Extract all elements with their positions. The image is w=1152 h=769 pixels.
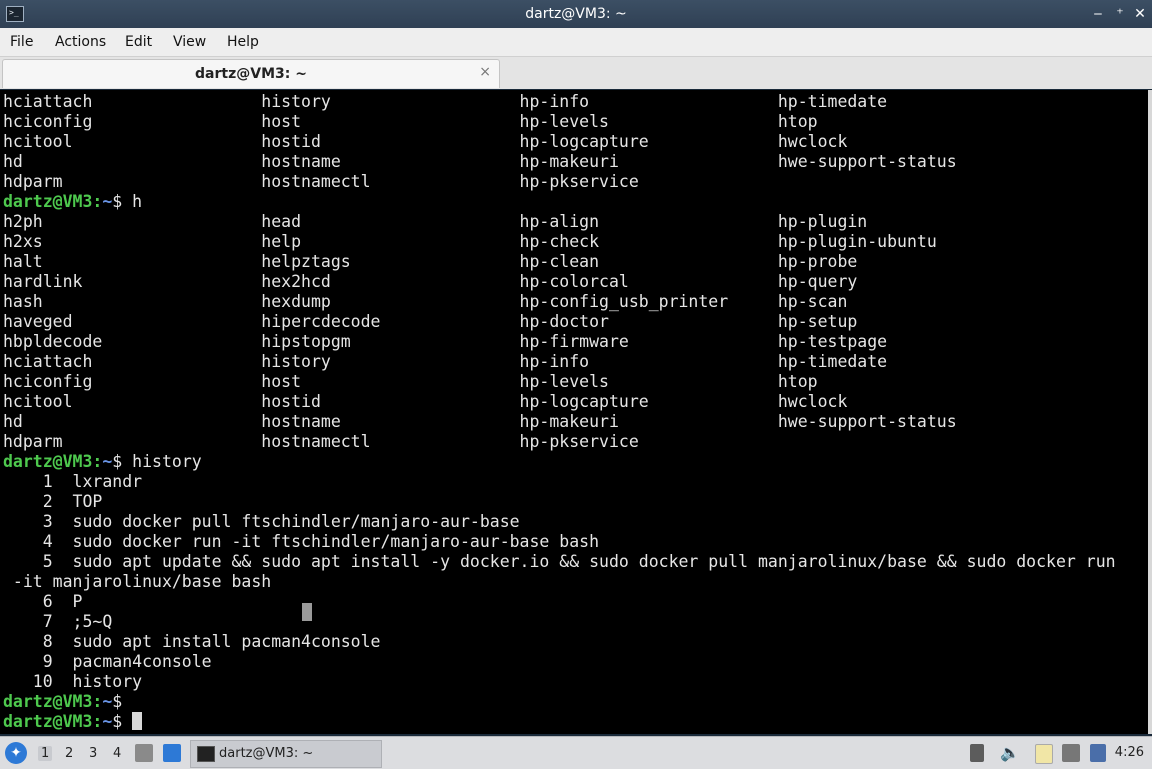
screen-icon[interactable] <box>970 744 984 762</box>
menu-help[interactable]: Help <box>227 34 259 50</box>
tab-bar: dartz@VM3: ~ × <box>0 57 1152 89</box>
prompt-command: $ h <box>112 192 143 211</box>
prompt-command: $ <box>112 692 133 711</box>
output-line: hdparm hostnamectl hp-pkservice <box>3 172 639 191</box>
clipboard-icon[interactable] <box>1035 744 1053 764</box>
output-line: 4 sudo docker run -it ftschindler/manjar… <box>3 532 600 551</box>
prompt-command: $ history <box>112 452 202 471</box>
prompt-line: dartz@VM3:~$ <box>3 692 1116 712</box>
scrollbar[interactable] <box>1148 90 1152 734</box>
output-line: 9 pacman4console <box>3 652 212 671</box>
output-line: hcitool hostid hp-logcapture hwclock <box>3 392 848 411</box>
prompt-sep: : <box>92 192 103 211</box>
terminal-cursor <box>132 712 143 730</box>
output-line: hciconfig host hp-levels htop <box>3 112 818 131</box>
output-line: hd hostname hp-makeuri hwe-support-statu… <box>3 152 957 171</box>
output-line: hcitool hostid hp-logcapture hwclock <box>3 132 848 151</box>
workspace-4[interactable]: 4 <box>113 746 121 761</box>
output-line: hbpldecode hipstopgm hp-firmware hp-test… <box>3 332 888 351</box>
prompt-path: ~ <box>102 712 113 731</box>
prompt-line: dartz@VM3:~$ <box>3 712 1116 732</box>
terminal-icon <box>197 746 215 762</box>
output-line: h2ph head hp-align hp-plugin <box>3 212 868 231</box>
tab-close-icon[interactable]: × <box>479 64 491 80</box>
minimize-button[interactable]: ‒ <box>1088 4 1108 24</box>
workspace-2[interactable]: 2 <box>65 746 73 761</box>
taskbar-terminal-label: dartz@VM3: ~ <box>219 746 314 761</box>
output-line: hciattach history hp-info hp-timedate <box>3 92 888 111</box>
volume-icon[interactable]: 🔈 <box>1000 743 1020 762</box>
workspace-1[interactable]: 1 <box>38 746 53 761</box>
network-icon[interactable] <box>1062 744 1080 762</box>
maximize-button[interactable]: ⁺ <box>1110 4 1130 24</box>
output-line: 3 sudo docker pull ftschindler/manjaro-a… <box>3 512 520 531</box>
menu-actions[interactable]: Actions <box>55 34 106 50</box>
output-line: hciattach history hp-info hp-timedate <box>3 352 888 371</box>
output-line: hardlink hex2hcd hp-colorcal hp-query <box>3 272 858 291</box>
output-line: h2xs help hp-check hp-plugin-ubuntu <box>3 232 937 251</box>
stray-cursor-block <box>302 603 312 621</box>
title-bar: >_ dartz@VM3: ~ ‒ ⁺ ✕ <box>0 0 1152 28</box>
terminal-text: hciattach history hp-info hp-timedate hci… <box>3 92 1116 732</box>
output-line: 6 P <box>3 592 83 611</box>
show-desktop-icon[interactable] <box>163 744 181 762</box>
tab-terminal[interactable]: dartz@VM3: ~ × <box>2 59 500 88</box>
output-line: -it manjarolinux/base bash <box>3 572 272 591</box>
prompt-user: dartz@VM3 <box>3 712 93 731</box>
prompt-sep: : <box>92 712 103 731</box>
output-line: 1 lxrandr <box>3 472 143 491</box>
clock: 4:26 <box>1114 745 1144 760</box>
output-line: 8 sudo apt install pacman4console <box>3 632 381 651</box>
taskbar: ✦ 1 2 3 4 dartz@VM3: ~ 🔈 4:26 <box>0 736 1152 769</box>
output-line: 7 ;5~Q <box>3 612 113 631</box>
start-menu-icon[interactable]: ✦ <box>5 742 27 764</box>
menu-file[interactable]: File <box>10 34 33 50</box>
update-icon[interactable] <box>1090 744 1106 762</box>
output-line: hciconfig host hp-levels htop <box>3 372 818 391</box>
output-line: 5 sudo apt update && sudo apt install -y… <box>3 552 1116 571</box>
prompt-line: dartz@VM3:~$ history <box>3 452 1116 472</box>
output-line: 2 TOP <box>3 492 103 511</box>
menu-edit[interactable]: Edit <box>125 34 152 50</box>
prompt-command: $ <box>112 712 133 731</box>
prompt-sep: : <box>92 452 103 471</box>
taskbar-terminal-button[interactable]: dartz@VM3: ~ <box>190 740 382 768</box>
output-line: hdparm hostnamectl hp-pkservice <box>3 432 639 451</box>
file-manager-icon[interactable] <box>135 744 153 762</box>
output-line: hash hexdump hp-config_usb_printer hp-sc… <box>3 292 848 311</box>
prompt-path: ~ <box>102 692 113 711</box>
output-line: halt helpztags hp-clean hp-probe <box>3 252 858 271</box>
prompt-user: dartz@VM3 <box>3 692 93 711</box>
workspace-3[interactable]: 3 <box>89 746 97 761</box>
output-line: 10 history <box>3 672 143 691</box>
tab-label: dartz@VM3: ~ <box>195 66 307 82</box>
prompt-user: dartz@VM3 <box>3 192 93 211</box>
prompt-path: ~ <box>102 192 113 211</box>
output-line: hd hostname hp-makeuri hwe-support-statu… <box>3 412 957 431</box>
window-title: dartz@VM3: ~ <box>525 6 627 22</box>
close-button[interactable]: ✕ <box>1130 4 1150 24</box>
prompt-sep: : <box>92 692 103 711</box>
prompt-path: ~ <box>102 452 113 471</box>
prompt-user: dartz@VM3 <box>3 452 93 471</box>
menu-view[interactable]: View <box>173 34 206 50</box>
menu-bar: File Actions Edit View Help <box>0 28 1152 57</box>
prompt-line: dartz@VM3:~$ h <box>3 192 1116 212</box>
output-line: haveged hipercdecode hp-doctor hp-setup <box>3 312 858 331</box>
terminal-output[interactable]: hciattach history hp-info hp-timedate hci… <box>0 90 1148 734</box>
